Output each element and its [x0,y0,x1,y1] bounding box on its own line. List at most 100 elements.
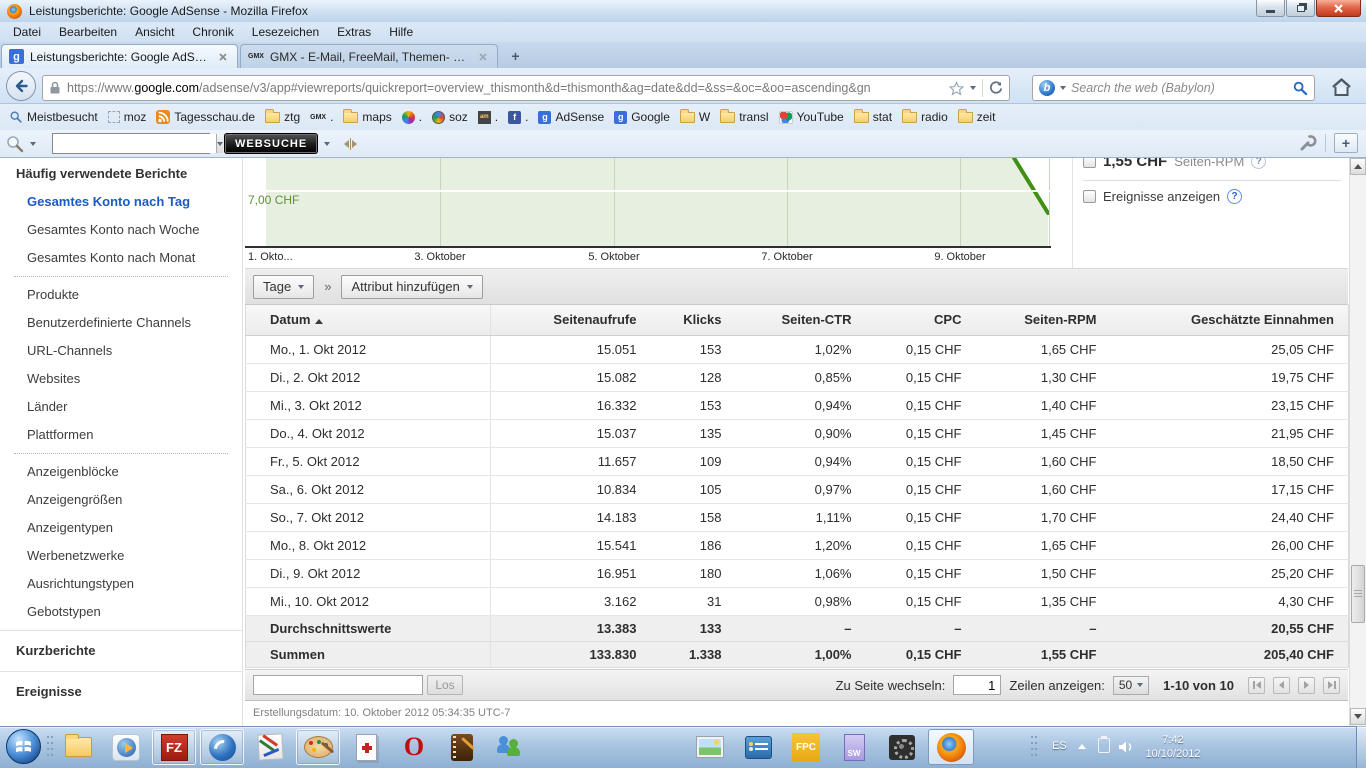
toolbar-splitter-handle[interactable] [344,138,357,150]
taskbar-button-film-tool[interactable] [440,729,484,765]
sidebar-section-kurzberichte[interactable]: Kurzberichte [0,635,242,667]
search-engine-dropdown-icon[interactable] [1060,86,1066,90]
tray-grip[interactable] [1030,734,1038,760]
url-bar[interactable]: https://www.google.com/adsense/v3/app#vi… [42,75,1010,101]
show-desktop-button[interactable] [1356,726,1366,768]
bookmark-moz[interactable]: moz [103,107,152,127]
sidebar-section-ereignisse[interactable]: Ereignisse [0,676,242,708]
filter-input[interactable] [253,675,423,695]
bookmark-google[interactable]: gGoogle [609,107,675,127]
bookmark-soz[interactable]: soz [427,107,473,127]
menu-datei[interactable]: Datei [4,23,50,41]
close-button[interactable] [1316,0,1361,17]
column-header-cpc[interactable]: CPC [866,305,976,335]
sidebar-item-anzeigenbloecke[interactable]: Anzeigenblöcke [0,458,242,486]
column-header-klicks[interactable]: Klicks [651,305,736,335]
search-input[interactable] [1071,81,1288,95]
tab-close-icon[interactable] [476,50,490,64]
add-toolbar-button[interactable]: + [1334,133,1358,153]
start-button[interactable] [6,729,41,764]
sidebar-item-konto-woche[interactable]: Gesamtes Konto nach Woche [0,216,242,244]
taskbar-button-firefox[interactable] [928,729,974,765]
sidebar-item-werbenetzwerke[interactable]: Werbenetzwerke [0,542,242,570]
first-page-button[interactable] [1248,677,1265,694]
url-dropdown-icon[interactable] [970,86,976,90]
back-button[interactable] [6,71,36,101]
last-page-button[interactable] [1323,677,1340,694]
bookmark-ztg[interactable]: ztg [260,107,305,127]
goto-page-input[interactable] [953,675,1001,695]
tray-clipboard-icon[interactable] [1098,738,1110,753]
websearch-input[interactable] [53,134,216,153]
column-header-einnahmen[interactable]: Geschätzte Einnahmen [1111,305,1349,335]
bookmark-gmx[interactable]: GMX. [305,107,338,127]
taskbar-button-explorer[interactable] [56,729,100,765]
column-header-seiten-ctr[interactable]: Seiten-CTR [736,305,866,335]
menu-lesezeichen[interactable]: Lesezeichen [243,23,328,41]
column-header-seiten-rpm[interactable]: Seiten-RPM [976,305,1111,335]
reload-icon[interactable] [989,81,1003,95]
sidebar-item-url-channels[interactable]: URL-Channels [0,337,242,365]
bookmark-tagesschau[interactable]: Tagesschau.de [151,107,260,127]
tab-gmx[interactable]: GMX GMX - E-Mail, FreeMail, Themen- & ..… [240,44,498,68]
scroll-up-button[interactable] [1350,158,1366,175]
restore-button[interactable] [1286,0,1315,17]
taskbar-button-image-viewer[interactable] [688,729,732,765]
taskbar-button-swf-file[interactable]: SW [832,729,876,765]
websuche-dropdown-icon[interactable] [324,142,330,146]
tray-language-indicator[interactable]: ES [1052,740,1067,752]
help-icon[interactable]: ? [1227,189,1242,204]
rows-per-page-select[interactable]: 50 [1113,676,1149,695]
menu-hilfe[interactable]: Hilfe [380,23,422,41]
search-type-dropdown-icon[interactable] [30,142,36,146]
bookmark-dot1[interactable]: . [397,107,427,127]
taskbar-button-paint[interactable] [296,729,340,765]
scrollbar-thumb[interactable] [1351,565,1365,623]
taskbar-grip[interactable] [46,734,54,760]
previous-page-button[interactable] [1273,677,1290,694]
column-header-datum[interactable]: Datum [246,305,491,335]
combo-dropdown-button[interactable] [216,134,223,153]
group-by-button[interactable]: Tage [253,275,314,299]
websuche-button[interactable]: WEBSUCHE [224,133,318,154]
bookmark-maps[interactable]: maps [338,107,396,127]
minimize-button[interactable] [1256,0,1285,17]
events-checkbox[interactable] [1083,190,1096,203]
bookmark-dot2[interactable]: am. [473,107,503,127]
page-scrollbar[interactable] [1349,158,1366,726]
scroll-down-button[interactable] [1350,708,1366,725]
bookmark-star-icon[interactable] [949,81,964,96]
menu-ansicht[interactable]: Ansicht [126,23,183,41]
tab-adsense[interactable]: g Leistungsberichte: Google AdSense [1,44,238,68]
sidebar-item-gebotstypen[interactable]: Gebotstypen [0,598,242,626]
taskbar-button-pdf-tool[interactable] [344,729,388,765]
sidebar-item-websites[interactable]: Websites [0,365,242,393]
taskbar-button-control-panel[interactable] [736,729,780,765]
sidebar-item-produkte[interactable]: Produkte [0,281,242,309]
bookmark-radio[interactable]: radio [897,107,953,127]
taskbar-button-blue-app[interactable] [200,729,244,765]
bookmark-adsense[interactable]: gAdSense [533,107,609,127]
taskbar-button-filezilla[interactable]: FZ [152,729,196,765]
next-page-button[interactable] [1298,677,1315,694]
bookmark-meistbesucht[interactable]: Meistbesucht [4,107,103,127]
search-icon[interactable] [1293,81,1308,96]
babylon-icon[interactable]: b [1039,80,1055,96]
search-box[interactable]: b [1032,75,1315,101]
taskbar-button-messenger[interactable] [488,729,532,765]
bookmark-w[interactable]: W [675,107,715,127]
sidebar-item-plattformen[interactable]: Plattformen [0,421,242,449]
sidebar-item-laender[interactable]: Länder [0,393,242,421]
bookmark-youtube[interactable]: YouTube [774,107,849,127]
bookmark-zeit[interactable]: zeit [953,107,1001,127]
wrench-icon[interactable] [1299,134,1317,152]
tab-close-icon[interactable] [216,50,230,64]
tray-volume-icon[interactable] [1118,740,1134,754]
sidebar-item-konto-tag[interactable]: Gesamtes Konto nach Tag [0,188,242,216]
toolbar-search-icon[interactable] [6,135,24,153]
sidebar-item-konto-monat[interactable]: Gesamtes Konto nach Monat [0,244,242,272]
taskbar-button-office-tools[interactable] [248,729,292,765]
sidebar-item-benutzerdefinierte-channels[interactable]: Benutzerdefinierte Channels [0,309,242,337]
menu-chronik[interactable]: Chronik [183,23,242,41]
sidebar-item-anzeigengroessen[interactable]: Anzeigengrößen [0,486,242,514]
